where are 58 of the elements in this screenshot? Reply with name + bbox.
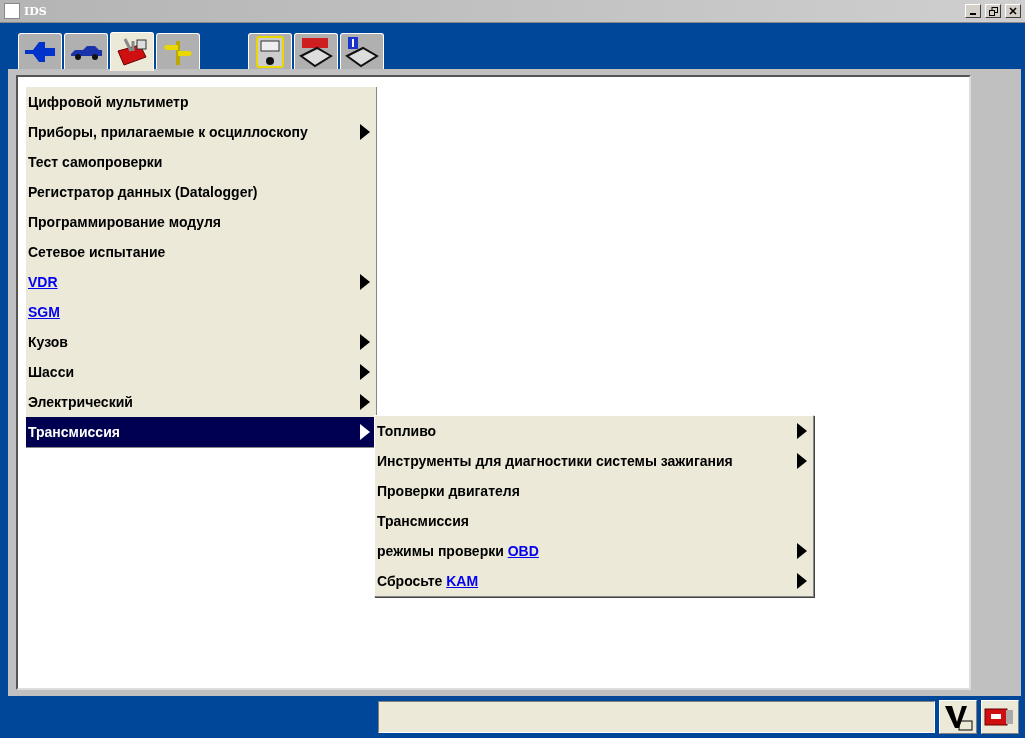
menu-item-label: Цифровой мультиметр bbox=[28, 94, 189, 110]
menu-item-label: Тест самопроверки bbox=[28, 154, 163, 170]
menu-item-label: Трансмиссия bbox=[377, 513, 469, 529]
close-icon bbox=[1009, 7, 1017, 15]
menu-item-label: Проверки двигателя bbox=[377, 483, 520, 499]
menu-item[interactable]: режимы проверки OBD bbox=[375, 536, 813, 566]
close-button[interactable] bbox=[1005, 4, 1021, 18]
menu-item[interactable]: Трансмиссия bbox=[375, 506, 813, 536]
menu-item[interactable]: Сетевое испытание bbox=[26, 237, 376, 267]
tool-tab[interactable] bbox=[340, 33, 384, 69]
menu-item[interactable]: VDR bbox=[26, 267, 376, 297]
menu-item[interactable]: Регистратор данных (Datalogger) bbox=[26, 177, 376, 207]
menu-item-label: Регистратор данных (Datalogger) bbox=[28, 184, 258, 200]
menu-item-label: Трансмиссия bbox=[28, 424, 120, 440]
menu-item-label: Сбросьте bbox=[377, 573, 444, 589]
restore-icon bbox=[988, 6, 998, 16]
menu-item[interactable]: Проверки двигателя bbox=[375, 476, 813, 506]
menu-item-label: Инструменты для диагностики системы зажигания bbox=[377, 453, 733, 469]
menu-item[interactable]: Приборы, прилагаемые к осциллоскопу bbox=[26, 117, 376, 147]
tab[interactable] bbox=[64, 33, 108, 69]
battery-voltage-icon bbox=[943, 703, 973, 731]
menu-link[interactable]: OBD bbox=[507, 543, 539, 559]
menu-item[interactable]: Трансмиссия bbox=[26, 417, 376, 447]
menu-item-label: Топливо bbox=[377, 423, 437, 439]
window-title: IDS bbox=[24, 4, 48, 18]
status-button[interactable] bbox=[939, 700, 977, 734]
menu-item-label: Электрический bbox=[28, 394, 133, 410]
tool-tab[interactable] bbox=[248, 33, 292, 69]
menu-link[interactable]: KAM bbox=[446, 573, 479, 589]
menu-item-label: Приборы, прилагаемые к осциллоскопу bbox=[28, 124, 308, 140]
connector-icon bbox=[23, 39, 57, 64]
tab[interactable] bbox=[110, 32, 154, 71]
menu-item[interactable]: Топливо bbox=[375, 416, 813, 446]
tab[interactable] bbox=[18, 33, 62, 69]
toolbox-icon bbox=[115, 37, 149, 67]
menu-link[interactable]: VDR bbox=[28, 274, 58, 290]
status-button[interactable] bbox=[981, 700, 1019, 734]
menu-item-label: Шасси bbox=[28, 364, 75, 380]
menu-item[interactable]: Шасси bbox=[26, 357, 376, 387]
car-icon bbox=[69, 43, 103, 60]
menu-item-label: Сетевое испытание bbox=[28, 244, 166, 260]
menu-item-label: режимы проверки bbox=[377, 543, 505, 559]
menu-item-label: Кузов bbox=[28, 334, 68, 350]
menu-item[interactable]: Тест самопроверки bbox=[26, 147, 376, 177]
menu-item[interactable]: SGM bbox=[26, 297, 376, 327]
app-icon bbox=[4, 3, 20, 19]
menu-item[interactable]: Сбросьте KAM bbox=[375, 566, 813, 596]
menu-link[interactable]: SGM bbox=[28, 304, 60, 320]
tool-tab[interactable] bbox=[294, 33, 338, 69]
menu-item[interactable]: Инструменты для диагностики системы зажигания bbox=[375, 446, 813, 476]
menu-item[interactable]: Кузов bbox=[26, 327, 376, 357]
battery-icon bbox=[984, 708, 1016, 726]
menu-item[interactable]: Электрический bbox=[26, 387, 376, 417]
menu-item-label: Программирование модуля bbox=[28, 214, 221, 230]
restore-button[interactable] bbox=[985, 4, 1001, 18]
menu-item[interactable]: Программирование модуля bbox=[26, 207, 376, 237]
minimize-button[interactable] bbox=[965, 4, 981, 18]
menu-item[interactable]: Цифровой мультиметр bbox=[26, 87, 376, 117]
